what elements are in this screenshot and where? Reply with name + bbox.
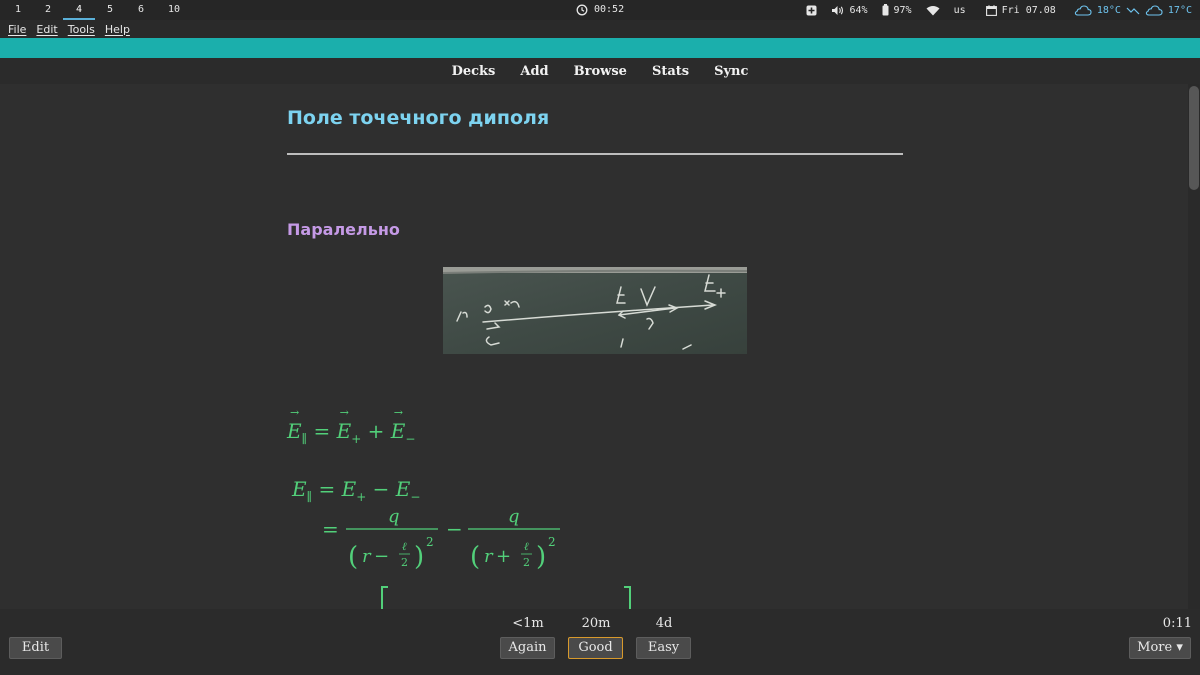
toolbar-sync[interactable]: Sync (714, 64, 748, 79)
system-tray: 64% 97% us Fri 07.08 18°C 17°C (798, 0, 1192, 20)
keyboard-layout-label: us (953, 4, 966, 16)
easy-button[interactable]: Easy (636, 637, 691, 659)
card-divider (287, 153, 903, 155)
date-indicator[interactable]: Fri 07.08 (985, 4, 1056, 16)
good-button[interactable]: Good (568, 637, 623, 659)
svg-text:r: r (484, 546, 494, 567)
again-button[interactable]: Again (500, 637, 555, 659)
svg-text:r: r (362, 546, 372, 567)
interval-again: <1m (512, 616, 544, 631)
workspace-10[interactable]: 10 (158, 0, 190, 20)
svg-text:q: q (508, 506, 520, 527)
trend-icon (1126, 7, 1140, 15)
volume-indicator[interactable]: 64% (831, 4, 868, 16)
workspace-6[interactable]: 6 (125, 0, 157, 20)
svg-text:−: − (374, 546, 389, 567)
toolbar-browse[interactable]: Browse (574, 64, 627, 79)
battery-indicator[interactable]: 97% (882, 4, 912, 16)
scrollbar-thumb[interactable] (1189, 86, 1199, 190)
chalkboard-image (443, 267, 747, 354)
svg-text:2: 2 (523, 556, 530, 569)
toolbar-add[interactable]: Add (520, 64, 548, 79)
battery-level: 97% (893, 4, 912, 16)
svg-text:+: + (496, 546, 511, 567)
formula-fractions: = q ( r − ℓ 2 ) 2 − q ( r + ℓ 2 ) 2 (322, 506, 560, 572)
svg-text:2: 2 (426, 535, 434, 549)
clock-icon (576, 4, 588, 16)
clock-time: 00:52 (594, 4, 625, 15)
calendar-icon (985, 4, 997, 16)
workspace-2[interactable]: 2 (32, 0, 64, 20)
card-title: Поле точечного диполя (287, 107, 550, 129)
clock[interactable]: 00:52 (576, 0, 624, 20)
volume-level: 64% (849, 4, 868, 16)
battery-icon (882, 4, 889, 16)
interval-good: 20m (581, 616, 611, 631)
wifi-icon (926, 5, 940, 15)
svg-text:2: 2 (548, 535, 556, 549)
svg-text:ℓ: ℓ (524, 540, 529, 553)
svg-text:(: ( (348, 542, 358, 572)
review-timer: 0:11 (1162, 616, 1192, 631)
menu-file[interactable]: File (8, 23, 26, 36)
accent-bar (0, 38, 1200, 58)
app-menu-bar: File Edit Tools Help (0, 20, 1200, 38)
formula-bracket (381, 586, 631, 609)
svg-text:q: q (388, 506, 400, 527)
svg-text:2: 2 (401, 556, 408, 569)
svg-text:ℓ: ℓ (402, 540, 407, 553)
card-scrollbar[interactable] (1188, 84, 1200, 609)
keyboard-layout[interactable]: us (954, 5, 966, 16)
menu-tools[interactable]: Tools (68, 23, 95, 36)
toolbar-stats[interactable]: Stats (652, 64, 689, 79)
toolbar-decks[interactable]: Decks (452, 64, 496, 79)
svg-text:=: = (322, 517, 339, 541)
workspace-1[interactable]: 1 (2, 0, 34, 20)
more-button[interactable]: More ▾ (1129, 637, 1191, 659)
card-view[interactable]: Поле точечного диполя Паралельно → E∥ = … (0, 84, 1188, 609)
plus-box-icon (806, 5, 817, 15)
svg-text:−: − (446, 517, 463, 541)
svg-text:): ) (536, 542, 546, 572)
svg-text:(: ( (470, 542, 480, 572)
weather-indicator[interactable]: 18°C 17°C (1074, 4, 1192, 16)
workspace-5[interactable]: 5 (94, 0, 126, 20)
speaker-icon (832, 5, 844, 15)
network-indicator[interactable] (806, 5, 817, 16)
main-toolbar: Decks Add Browse Stats Sync (0, 58, 1200, 84)
menu-help[interactable]: Help (105, 23, 130, 36)
formula-vector-sum: E∥ = E+ + E− (287, 406, 415, 446)
cloud-sun-icon (1074, 5, 1092, 16)
system-bar: 1 2 4 5 6 10 00:52 64% 97% us Fri 07.08 … (0, 0, 1200, 20)
svg-text:): ) (414, 542, 424, 572)
interval-easy: 4d (655, 616, 673, 631)
date-text: Fri 07.08 (1001, 4, 1056, 16)
weather-forecast-temp: 17°C (1167, 4, 1192, 16)
cloud-sun-icon (1145, 5, 1163, 16)
wifi-indicator[interactable] (926, 5, 940, 16)
card-subtitle: Паралельно (287, 220, 400, 239)
menu-edit[interactable]: Edit (36, 23, 57, 36)
review-bar: <1m 20m 4d 0:11 Edit Again Good Easy Mor… (0, 609, 1200, 675)
formula-magnitude: E∥ = E+ − E− (292, 477, 421, 504)
weather-current-temp: 18°C (1096, 4, 1121, 16)
edit-button[interactable]: Edit (9, 637, 62, 659)
workspace-4[interactable]: 4 (63, 0, 95, 20)
